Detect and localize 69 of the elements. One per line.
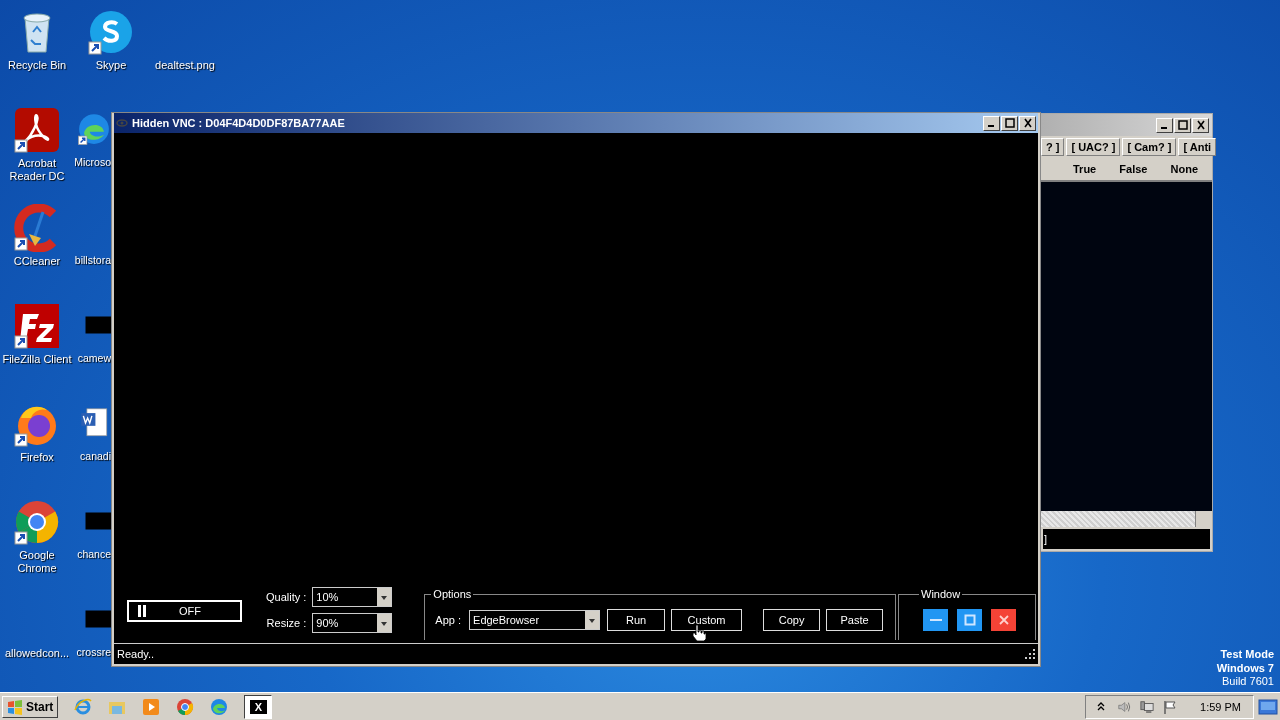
- network-icon[interactable]: [1140, 699, 1155, 714]
- taskbar-button[interactable]: X: [244, 694, 273, 719]
- icon-label: Firefox: [19, 451, 55, 464]
- quality-dropdown[interactable]: 10%: [312, 587, 393, 607]
- minimize-button[interactable]: [923, 609, 949, 631]
- group-label: Options: [432, 588, 473, 600]
- icon-label: CCleaner: [12, 255, 62, 268]
- start-button[interactable]: Start: [2, 695, 59, 718]
- icon-label: Microso: [74, 156, 111, 169]
- icon-label: billstora: [74, 254, 111, 267]
- close-icon[interactable]: [1019, 115, 1036, 131]
- flag-icon[interactable]: [1163, 699, 1178, 714]
- action-button[interactable]: Run: [607, 609, 666, 631]
- column-header[interactable]: [ UAC? ]: [1066, 138, 1121, 156]
- show-desktop-icon[interactable]: [1258, 698, 1278, 715]
- status-text: Ready..: [117, 648, 155, 660]
- close-icon[interactable]: [1192, 117, 1209, 133]
- pause-icon: [137, 605, 147, 617]
- chrome-icon[interactable]: [13, 498, 61, 546]
- skype-icon[interactable]: [87, 8, 135, 56]
- icon-label: dealtest.png: [154, 59, 216, 72]
- action-button[interactable]: Custom: [671, 609, 743, 631]
- group-label: Window: [920, 588, 962, 600]
- pause-toggle[interactable]: OFF: [127, 600, 242, 622]
- os-info-text: Windows 7: [1216, 661, 1274, 675]
- close-icon: [996, 613, 1011, 627]
- maximize-icon: [962, 613, 977, 627]
- quality-label: Quality :: [266, 591, 307, 603]
- action-button[interactable]: Copy: [763, 609, 821, 631]
- edge-icon[interactable]: [77, 112, 111, 146]
- icon-label: canadi: [80, 450, 111, 463]
- icon-label: FileZilla Client: [1, 353, 73, 366]
- resize-grip-icon[interactable]: [1025, 649, 1035, 659]
- os-info-text: Test Mode: [1220, 648, 1274, 662]
- maximize-icon[interactable]: [1174, 117, 1191, 133]
- minimize-icon[interactable]: [1156, 117, 1173, 133]
- minimize-icon[interactable]: [983, 115, 1000, 131]
- icon-label: Acrobat Reader DC: [8, 157, 66, 183]
- table-cell: True: [1073, 163, 1097, 175]
- resize-label: Resize :: [266, 617, 307, 629]
- close-button[interactable]: [991, 609, 1017, 631]
- column-header[interactable]: [ Cam? ]: [1122, 138, 1177, 156]
- scrollbar[interactable]: [1041, 511, 1212, 527]
- action-button[interactable]: Paste: [826, 609, 884, 631]
- window-title: Hidden VNC : D04F4D4D0DF87BA77AAE: [132, 117, 345, 129]
- clock[interactable]: 1:59 PM: [1200, 700, 1241, 713]
- maximize-icon[interactable]: [1001, 115, 1018, 131]
- os-info-text: Build 7601: [1222, 675, 1274, 689]
- filezilla-icon[interactable]: [13, 302, 61, 350]
- maximize-button[interactable]: [957, 609, 983, 631]
- icon-label: Recycle Bin: [6, 59, 68, 72]
- app-label: App :: [435, 614, 462, 626]
- windows-logo-icon: [7, 698, 23, 715]
- icon-label: allowedcon...: [3, 647, 71, 660]
- chrome-icon[interactable]: [176, 697, 195, 716]
- icon-label: Google Chrome: [16, 549, 58, 575]
- icon-label: chance: [77, 548, 111, 561]
- table-cell: None: [1170, 163, 1198, 175]
- acrobat-icon[interactable]: [13, 106, 61, 154]
- status-text: ]: [1043, 533, 1048, 545]
- column-header[interactable]: [ Anti: [1178, 138, 1217, 156]
- resize-dropdown[interactable]: 90%: [312, 613, 393, 633]
- column-header[interactable]: ? ]: [1041, 138, 1065, 156]
- app-dropdown[interactable]: EdgeBrowser: [469, 610, 601, 630]
- icon-label: Skype: [94, 59, 128, 72]
- icon-label: camew: [77, 352, 111, 365]
- eye-icon: [116, 117, 128, 129]
- table-cell: False: [1119, 163, 1148, 175]
- icon-label: crossre: [76, 646, 111, 659]
